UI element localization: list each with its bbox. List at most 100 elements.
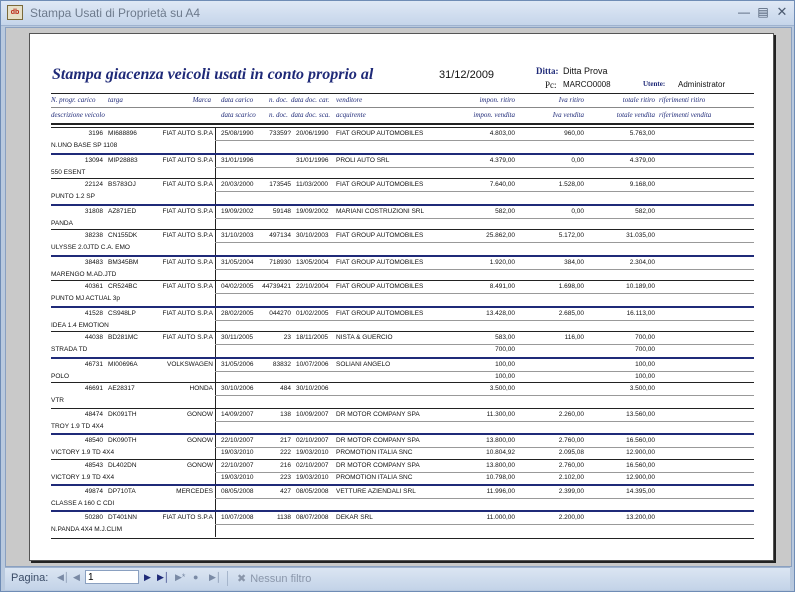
table-cell: 73359?	[269, 130, 291, 137]
table-cell: VICTORY 1.9 TD 4X4	[51, 449, 115, 456]
column-header: riferimenti vendita	[659, 111, 712, 119]
table-cell: 14/09/2007	[221, 410, 254, 418]
table-cell: FIAT AUTO S.P.A	[162, 207, 213, 215]
table-row: 40361 CR524BC FIAT AUTO S.P.A PUNTO MJ ACTU…	[51, 280, 754, 307]
table-cell: 497134	[269, 232, 291, 239]
table-cell: DT401NN	[108, 513, 137, 521]
row-subline	[215, 191, 754, 192]
table-cell: 2.304,00	[629, 258, 655, 266]
column-header: riferimenti ritiro	[659, 96, 706, 104]
row-subline	[215, 370, 754, 372]
table-cell: 30/10/2006	[296, 385, 329, 392]
table-cell: 217	[280, 437, 291, 444]
new-record-icon[interactable]: ▶*	[175, 572, 185, 583]
table-cell: 16.560,00	[626, 437, 655, 444]
row-subline	[215, 395, 754, 396]
table-cell: 13/05/2004	[296, 258, 329, 266]
column-header: data doc.	[291, 96, 318, 104]
table-cell: 12.900,00	[626, 449, 655, 456]
table-cell: PUNTO 1.2 SP	[51, 193, 95, 200]
table-cell: 700,00	[635, 334, 655, 341]
table-cell: FIAT GROUP AUTOMOBILES	[336, 258, 424, 266]
table-cell: 13.428,00	[486, 309, 515, 317]
table-cell: 16.560,00	[626, 461, 655, 469]
table-cell: MIP28883	[108, 156, 138, 164]
table-row: 48474 DK091TH GONOW TROY 1.9 TD 4X4 14/09/20…	[51, 407, 754, 434]
column-header: n. doc.	[269, 111, 288, 119]
table-cell: DR MOTOR COMPANY SPA	[336, 410, 420, 418]
table-cell: 40361	[84, 283, 103, 290]
column-header: totale vendita	[616, 111, 655, 119]
no-filter-icon: ✖	[237, 573, 247, 585]
next-page-icon[interactable]: ▶	[144, 572, 151, 583]
utente-value: Administrator	[678, 80, 726, 89]
table-cell: 13.200,00	[626, 513, 655, 521]
first-page-icon[interactable]: ◀│	[57, 572, 70, 583]
table-cell: MI688896	[108, 130, 137, 137]
table-cell: VOLKSWAGEN	[167, 360, 213, 368]
table-cell: TROY 1.9 TD 4X4	[51, 422, 104, 430]
table-cell: STRADA TD	[51, 346, 88, 353]
table-cell: PROMOTION ITALIA SNC	[336, 449, 413, 456]
table-cell: SOLIANI ANGELO	[336, 360, 391, 368]
table-cell: BD281MC	[108, 334, 138, 341]
table-cell: 22/10/2007	[221, 461, 254, 469]
table-cell: FIAT AUTO S.P.A	[162, 283, 213, 290]
table-cell: 25.862,00	[486, 232, 515, 239]
table-cell: 19/03/2010	[296, 473, 329, 481]
table-cell: 2.399,00	[558, 488, 584, 495]
table-cell: 2.760,00	[558, 461, 584, 469]
table-cell: 11.996,00	[486, 488, 515, 495]
table-cell: 960,00	[564, 130, 584, 137]
close-icon[interactable]: ✕	[774, 4, 790, 20]
table-cell: 19/09/2002	[296, 207, 329, 215]
table-cell: 10.798,00	[486, 473, 515, 481]
table-cell: 4.379,00	[629, 156, 655, 164]
table-cell: 30/10/2006	[221, 385, 254, 392]
last-page-icon[interactable]: ▶│	[157, 572, 170, 583]
table-cell: 1138	[277, 513, 291, 521]
table-cell: 31/01/1996	[221, 156, 254, 164]
row-subline	[215, 140, 754, 141]
table-cell: CLASSE A 160 C CDI	[51, 500, 115, 507]
table-cell: 11.300,00	[486, 410, 515, 418]
table-row: 13094 MIP28883 FIAT AUTO S.P.A 550 ESENT 31/…	[51, 152, 754, 180]
table-cell: FIAT AUTO S.P.A	[162, 309, 213, 317]
table-cell: 2.685,00	[558, 309, 584, 317]
navigation-bar: Pagina: ◀│ ◀ 1 ▶ ▶│ ▶* ● ▶│ ✖ Nessun filt…	[5, 567, 790, 590]
restore-icon[interactable]: ▤	[755, 4, 771, 20]
table-cell: 582,00	[635, 207, 655, 215]
table-cell: 427	[280, 488, 291, 495]
column-header: data doc.	[291, 111, 318, 119]
stop-icon[interactable]: ●	[193, 572, 198, 582]
minimize-icon[interactable]: —	[736, 4, 752, 20]
table-row: 41528 CS948LP FIAT AUTO S.P.A IDEA 1.4 EMOT…	[51, 305, 754, 333]
table-cell: 16.113,00	[626, 309, 655, 317]
end-icon[interactable]: ▶│	[209, 572, 222, 583]
table-cell: FIAT GROUP AUTOMOBILES	[336, 309, 424, 317]
report-preview-area[interactable]: Stampa giacenza veicoli usati in conto p…	[5, 27, 792, 567]
table-cell: 49874	[84, 488, 103, 495]
column-header: sca.	[319, 111, 331, 119]
table-cell: NISTA & GUERCIO	[336, 334, 393, 341]
page-number-input[interactable]: 1	[85, 570, 139, 584]
table-cell: 44038	[84, 334, 103, 341]
table-cell: 04/02/2005	[221, 283, 254, 290]
table-cell: 2.760,00	[558, 437, 584, 444]
table-cell: FIAT AUTO S.P.A	[162, 181, 213, 188]
table-cell: MI00696A	[108, 360, 138, 368]
table-cell: FIAT GROUP AUTOMOBILES	[336, 130, 424, 137]
table-cell: 02/10/2007	[296, 461, 329, 469]
access-app-icon[interactable]: db	[7, 5, 23, 20]
table-cell: VETTURE AZIENDALI SRL	[336, 488, 416, 495]
table-cell: 28/02/2005	[221, 309, 254, 317]
row-subline	[215, 319, 754, 321]
column-header: targa	[108, 96, 123, 104]
table-cell: 583,00	[495, 334, 515, 341]
table-cell: 10.189,00	[626, 283, 655, 290]
table-cell: 23	[283, 334, 291, 341]
table-cell: 100,00	[495, 360, 515, 368]
prev-page-icon[interactable]: ◀	[73, 572, 80, 583]
table-row: 22124 BS783OJ FIAT AUTO S.P.A PUNTO 1.2 SP 2…	[51, 178, 754, 205]
filter-status[interactable]: ✖ Nessun filtro	[237, 572, 311, 585]
